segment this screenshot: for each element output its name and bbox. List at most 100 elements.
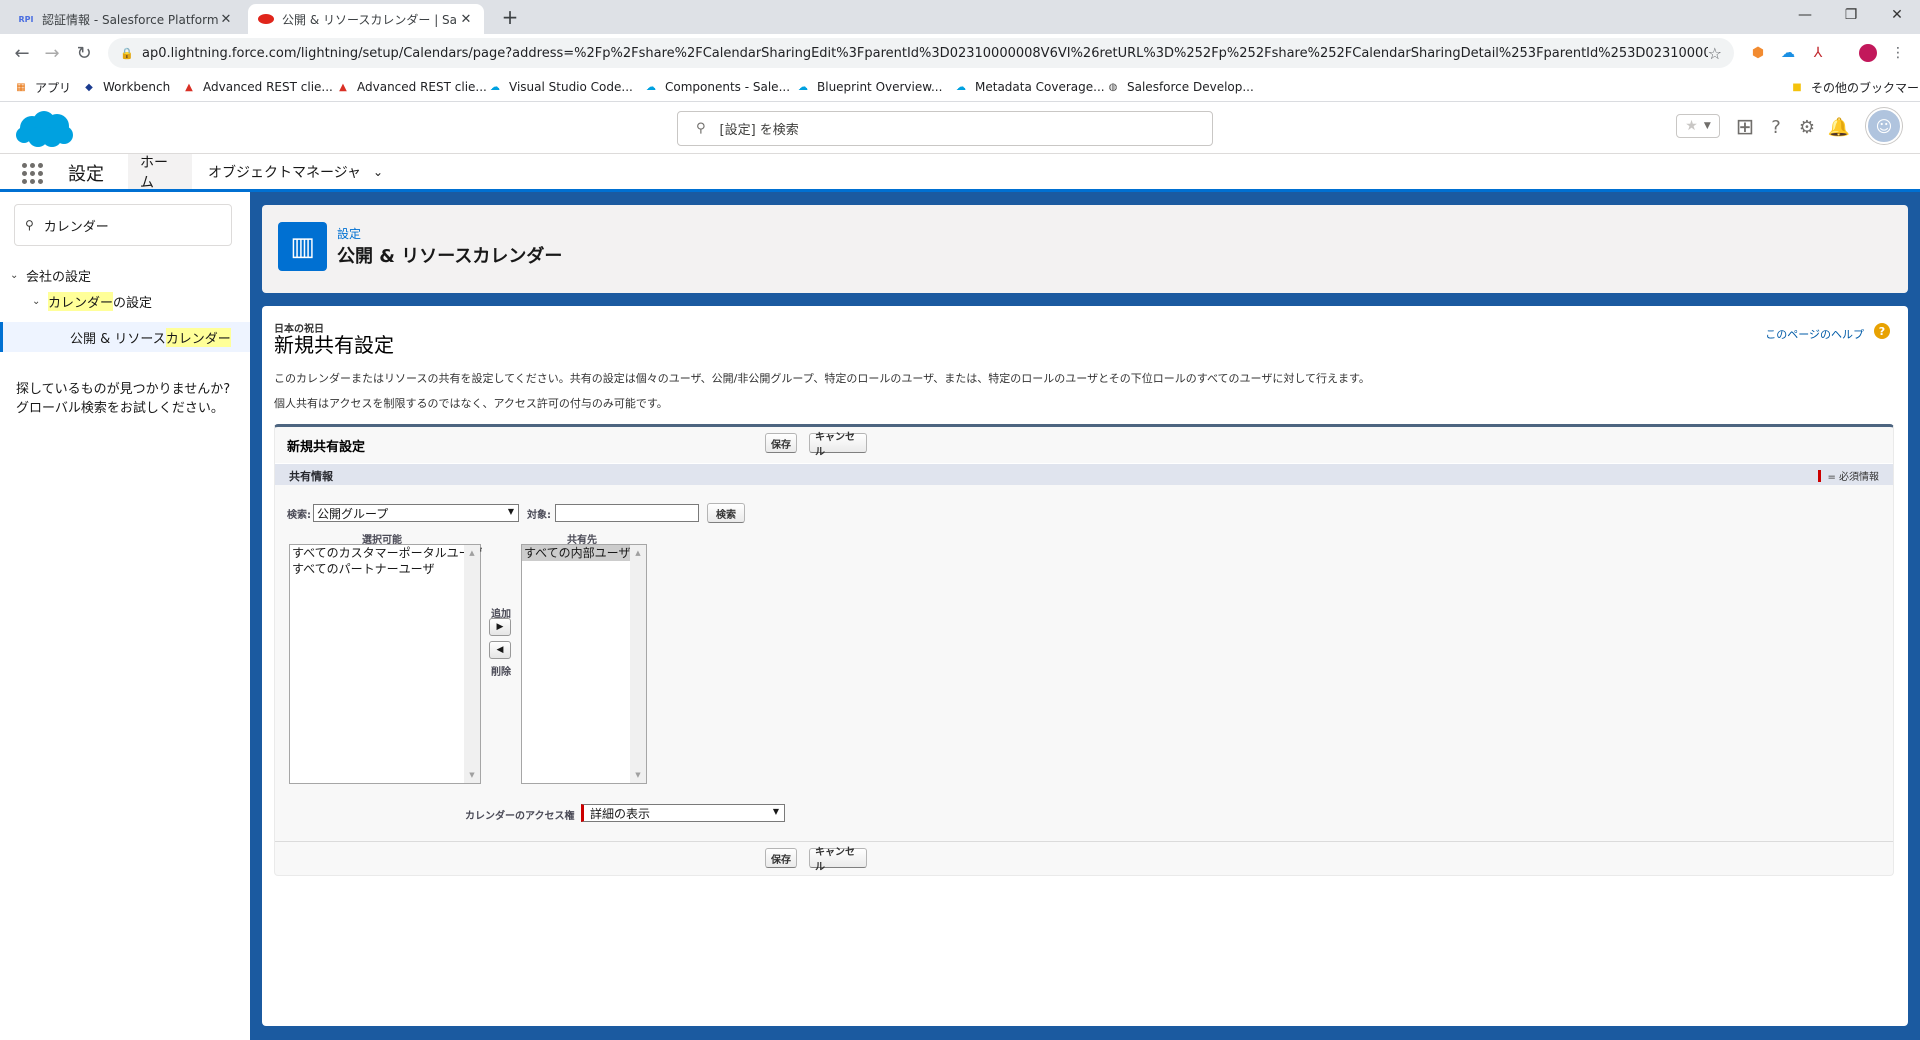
salesforce-favicon-icon (258, 11, 274, 27)
scroll-up-icon[interactable]: ▲ (630, 549, 646, 557)
global-actions-plus-icon[interactable]: ⊞ (1732, 114, 1758, 140)
minimize-window-icon[interactable]: — (1782, 0, 1828, 30)
bookmark-arc-2[interactable]: ▲ Advanced REST clie... (336, 78, 487, 96)
restore-window-icon[interactable]: ❐ (1828, 0, 1874, 30)
tree-public-resource-calendar[interactable]: 公開 & リソース カレンダー (70, 328, 231, 347)
browser-tab-auth[interactable]: RPI 認証情報 - Salesforce Platform API ✕ (8, 4, 244, 34)
description-text: このカレンダーまたはリソースの共有を設定してください。共有の設定は個々のユーザ、… (274, 372, 1370, 385)
bookmark-vscode[interactable]: ☁ Visual Studio Code... (488, 78, 633, 96)
reload-icon[interactable]: ↻ (70, 40, 98, 66)
cloud-icon: ☁ (646, 81, 656, 93)
remove-arrow-button[interactable]: ◀ (489, 641, 511, 659)
forward-arrow-icon[interactable]: → (38, 40, 66, 66)
tree-calendar-settings[interactable]: ⌄ カレンダー の設定 (32, 292, 152, 311)
rpi-favicon-icon: RPI (18, 14, 34, 24)
app-launcher-waffle-icon[interactable] (22, 163, 44, 185)
sharing-page-block: 新規共有設定 保存 キャンセル 共有情報 = 必須情報 検索: 公開グループ ▼ … (274, 424, 1894, 876)
scroll-up-icon[interactable]: ▲ (464, 549, 480, 557)
quick-find-input[interactable]: ⚲ カレンダー (14, 204, 232, 246)
globe-icon: ◍ (1108, 81, 1118, 93)
favorites-star-icon[interactable]: ★ ▼ (1676, 114, 1720, 138)
lock-icon: 🔒 (120, 46, 134, 60)
shared-listbox[interactable]: すべての内部ユーザ ▲ ▼ (521, 544, 647, 784)
extension-cloud-icon[interactable]: ☁ (1778, 43, 1798, 63)
tab-title: 公開 & リソースカレンダー | Salesforce (282, 12, 458, 27)
scroll-down-icon[interactable]: ▼ (464, 771, 480, 779)
available-listbox[interactable]: すべてのカスタマーポータルユーザ すべてのパートナーユーザ ▲ ▼ (289, 544, 482, 784)
listbox-scrollbar[interactable]: ▲ ▼ (630, 545, 646, 783)
profile-avatar-icon[interactable] (1858, 43, 1878, 63)
target-text-input[interactable] (555, 504, 699, 522)
arc-icon: ▲ (185, 81, 193, 93)
new-tab-button[interactable]: + (496, 5, 524, 29)
search-type-select[interactable]: 公開グループ ▼ (313, 504, 519, 522)
save-button-bottom[interactable]: 保存 (765, 848, 797, 868)
search-type-label: 検索: (287, 510, 311, 521)
chevron-down-icon[interactable]: ⌄ (10, 270, 26, 281)
breadcrumb[interactable]: 設定 (337, 225, 361, 242)
apps-grid-icon: ▦ (16, 81, 26, 93)
save-button[interactable]: 保存 (765, 433, 797, 453)
back-arrow-icon[interactable]: ← (8, 40, 36, 66)
tab-title: 認証情報 - Salesforce Platform API (42, 12, 218, 27)
browser-tab-calendar[interactable]: 公開 & リソースカレンダー | Salesforce ✕ (248, 4, 484, 34)
notifications-bell-icon[interactable]: 🔔 (1826, 114, 1852, 140)
browser-toolbar: ← → ↻ 🔒 ap0.lightning.force.com/lightnin… (0, 34, 1920, 72)
bookmark-sf-dev[interactable]: ◍ Salesforce Develop... (1106, 78, 1254, 96)
pdf-extension-icon[interactable]: ⅄ (1808, 43, 1828, 63)
building-icon: ▥ (278, 222, 327, 271)
access-level-select[interactable]: 詳細の表示 ▼ (581, 804, 785, 822)
close-window-icon[interactable]: ✕ (1874, 0, 1920, 30)
address-bar[interactable]: 🔒 ap0.lightning.force.com/lightning/setu… (108, 38, 1734, 68)
add-arrow-button[interactable]: ▶ (489, 618, 511, 636)
browser-menu-icon[interactable]: ⋮ (1888, 43, 1908, 63)
target-label: 対象: (527, 510, 551, 521)
tree-company-settings[interactable]: ⌄ 会社の設定 (10, 266, 91, 285)
bookmark-metadata[interactable]: ☁ Metadata Coverage... (954, 78, 1105, 96)
tab-object-manager[interactable]: オブジェクトマネージャ ⌄ (196, 154, 395, 189)
help-question-icon[interactable]: ? (1763, 114, 1789, 140)
salesforce-logo-icon[interactable] (14, 108, 74, 150)
shared-option[interactable]: すべての内部ユーザ (522, 545, 630, 561)
page-title: 公開 & リソースカレンダー (337, 246, 563, 267)
listbox-scrollbar[interactable]: ▲ ▼ (464, 545, 480, 783)
setup-gear-icon[interactable]: ⚙ (1794, 114, 1820, 140)
setup-search-input[interactable]: ⚲ [設定] を検索 (677, 111, 1213, 146)
access-label: カレンダーのアクセス権 (465, 811, 575, 822)
cloud-icon: ☁ (956, 81, 966, 93)
bookmark-apps[interactable]: ▦ アプリ (14, 78, 71, 96)
help-link[interactable]: このページのヘルプ (1765, 326, 1864, 342)
chevron-down-icon[interactable]: ⌄ (373, 165, 383, 179)
block-title: 新規共有設定 (287, 440, 366, 455)
chevron-down-icon[interactable]: ⌄ (32, 296, 48, 307)
scroll-down-icon[interactable]: ▼ (630, 771, 646, 779)
setup-content-frame: 日本の祝日 新規共有設定 このページのヘルプ ? このカレンダーまたはリソースの… (262, 306, 1908, 1026)
close-tab-icon[interactable]: ✕ (218, 12, 234, 27)
cancel-button[interactable]: キャンセル (809, 432, 867, 458)
close-tab-icon[interactable]: ✕ (458, 12, 474, 27)
bookmark-star-icon[interactable]: ☆ (1708, 44, 1722, 63)
content-heading: 新規共有設定 (274, 333, 394, 357)
url-text: ap0.lightning.force.com/lightning/setup/… (142, 45, 1708, 61)
bookmarks-bar: ▦ アプリ ◆ Workbench ▲ Advanced REST clie... ▲… (0, 72, 1920, 102)
find-button[interactable]: 検索 (707, 503, 745, 523)
available-option[interactable]: すべてのパートナーユーザ (290, 561, 480, 577)
cancel-button-bottom[interactable]: キャンセル (809, 847, 867, 873)
search-icon: ⚲ (25, 218, 34, 232)
tab-home[interactable]: ホーム (128, 154, 192, 192)
right-arrow-icon: ▶ (496, 622, 504, 632)
folder-icon: ■ (1792, 81, 1802, 93)
bookmark-arc-1[interactable]: ▲ Advanced REST clie... (182, 78, 333, 96)
cloud-icon: ☁ (490, 81, 500, 93)
available-option[interactable]: すべてのカスタマーポータルユーザ (290, 545, 482, 561)
other-bookmarks[interactable]: ■ その他のブックマーク (1790, 78, 1920, 96)
app-name: 設定 (68, 164, 104, 185)
bookmark-blueprint[interactable]: ☁ Blueprint Overview... (796, 78, 942, 96)
sf-app-nav: 設定 ホーム オブジェクトマネージャ ⌄ (0, 154, 1920, 192)
block-footer: 保存 キャンセル (275, 841, 1893, 875)
user-avatar[interactable]: ☺ (1866, 108, 1902, 144)
bookmark-workbench[interactable]: ◆ Workbench (82, 78, 170, 96)
bookmark-components[interactable]: ☁ Components - Sale... (644, 78, 790, 96)
extension-icon[interactable]: ⬢ (1748, 43, 1768, 63)
help-question-icon[interactable]: ? (1874, 323, 1890, 339)
